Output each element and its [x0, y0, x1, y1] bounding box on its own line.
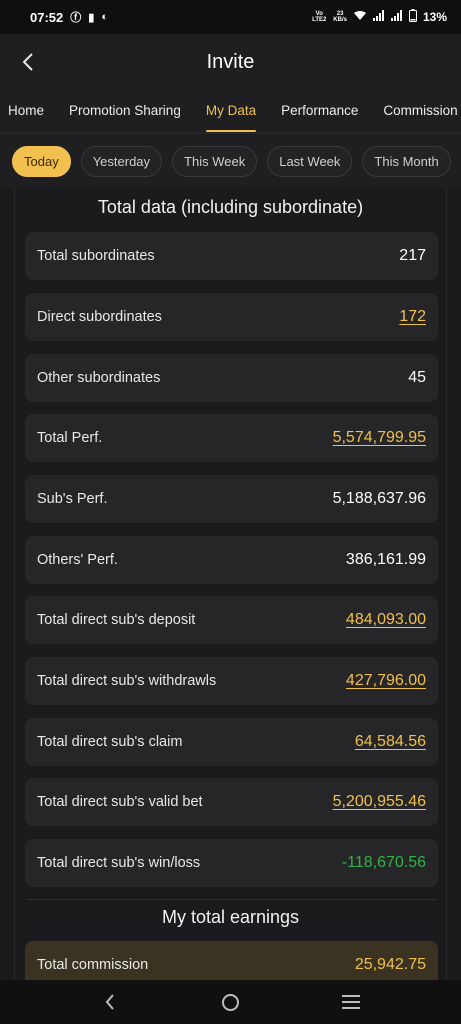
row-value: 386,161.99	[345, 551, 426, 568]
row-direct-subordinates: Direct subordinates 172	[25, 293, 438, 341]
nav-recents-button[interactable]	[331, 982, 371, 1022]
row-label: Sub's Perf.	[37, 491, 108, 507]
tab-performance[interactable]: Performance	[281, 90, 358, 133]
row-subs-perf: Sub's Perf. 5,188,637.96	[25, 475, 438, 523]
shield-icon: ◐	[101, 11, 108, 23]
filter-this-week[interactable]: This Week	[172, 146, 258, 177]
row-direct-valid-bet: Total direct sub's valid bet 5,200,955.4…	[25, 778, 438, 826]
row-total-commission: Total commission 25,942.75	[25, 941, 438, 980]
row-direct-deposit: Total direct sub's deposit 484,093.00	[25, 596, 438, 644]
back-button[interactable]	[10, 44, 46, 80]
status-bar: 07:52 ⓕ ▮ ◐ Vo LTE2 23 KB/s 13%	[0, 0, 461, 34]
filter-last-week[interactable]: Last Week	[267, 146, 353, 177]
tab-commission[interactable]: Commission	[383, 90, 457, 133]
menu-icon	[341, 995, 360, 1009]
facebook-icon: ⓕ	[70, 12, 82, 24]
notification-icon: ▮	[88, 11, 95, 24]
signal-icon-1	[372, 10, 385, 24]
row-value-link[interactable]: 172	[399, 308, 426, 326]
row-label: Total Perf.	[37, 430, 103, 446]
network-speed-unit: KB/s	[333, 17, 347, 23]
tab-promotion-sharing[interactable]: Promotion Sharing	[69, 90, 181, 133]
row-label: Total direct sub's withdrawls	[37, 673, 217, 689]
app-header: Invite	[0, 34, 461, 90]
row-label: Direct subordinates	[37, 309, 162, 325]
filter-today[interactable]: Today	[12, 146, 71, 177]
row-value: -118,670.56	[341, 854, 426, 871]
row-direct-claim: Total direct sub's claim 64,584.56	[25, 718, 438, 766]
row-value-link[interactable]: 427,796.00	[346, 672, 426, 690]
wifi-icon	[353, 10, 367, 24]
chevron-left-icon	[105, 994, 114, 1010]
row-label: Total commission	[37, 957, 149, 973]
row-value: 25,942.75	[354, 956, 426, 973]
row-other-subordinates: Other subordinates 45	[25, 354, 438, 402]
row-direct-withdrawls: Total direct sub's withdrawls 427,796.00	[25, 657, 438, 705]
battery-percent: 13%	[422, 10, 447, 24]
row-value-link[interactable]: 64,584.56	[355, 733, 426, 751]
volte-indicator: Vo LTE2	[312, 11, 327, 23]
row-label: Total direct sub's claim	[37, 734, 183, 750]
page-title: Invite	[206, 50, 255, 73]
tab-home[interactable]: Home	[8, 90, 44, 133]
earnings-title: My total earnings	[161, 907, 300, 927]
row-others-perf: Others' Perf. 386,161.99	[25, 536, 438, 584]
nav-back-button[interactable]	[90, 982, 130, 1022]
tab-my-data[interactable]: My Data	[205, 90, 257, 133]
row-direct-win-loss: Total direct sub's win/loss -118,670.56	[25, 839, 438, 887]
row-label: Other subordinates	[37, 370, 161, 386]
row-value: 45	[408, 369, 426, 386]
home-circle-icon	[221, 993, 239, 1011]
row-label: Total direct sub's win/loss	[37, 855, 201, 871]
row-value: 217	[399, 247, 426, 264]
tab-bar: Home Promotion Sharing My Data Performan…	[0, 90, 461, 134]
row-value: 5,188,637.96	[332, 490, 426, 507]
clock: 07:52	[30, 9, 64, 25]
row-value-link[interactable]: 5,574,799.95	[333, 429, 426, 447]
section-divider	[26, 899, 437, 900]
row-label: Total direct sub's valid bet	[37, 794, 203, 810]
row-label: Others' Perf.	[37, 552, 118, 568]
filter-yesterday[interactable]: Yesterday	[80, 146, 163, 177]
battery-icon	[408, 9, 417, 25]
row-label: Total subordinates	[37, 248, 155, 264]
row-value-link[interactable]: 484,093.00	[346, 611, 426, 629]
row-value-link[interactable]: 5,200,955.46	[333, 793, 426, 811]
system-nav-bar	[0, 980, 461, 1024]
row-total-perf: Total Perf. 5,574,799.95	[25, 414, 438, 462]
row-label: Total direct sub's deposit	[37, 612, 196, 628]
nav-home-button[interactable]	[210, 982, 250, 1022]
data-panel: Total data (including subordinate) Total…	[14, 188, 447, 980]
date-filter-bar: Today Yesterday This Week Last Week This…	[0, 135, 461, 188]
signal-icon-2	[390, 10, 403, 24]
filter-this-month[interactable]: This Month	[362, 146, 451, 177]
chevron-left-icon	[22, 53, 33, 71]
total-data-title: Total data (including subordinate)	[97, 197, 364, 217]
row-total-subordinates: Total subordinates 217	[25, 232, 438, 280]
network-speed: 23 KB/s	[333, 11, 347, 23]
